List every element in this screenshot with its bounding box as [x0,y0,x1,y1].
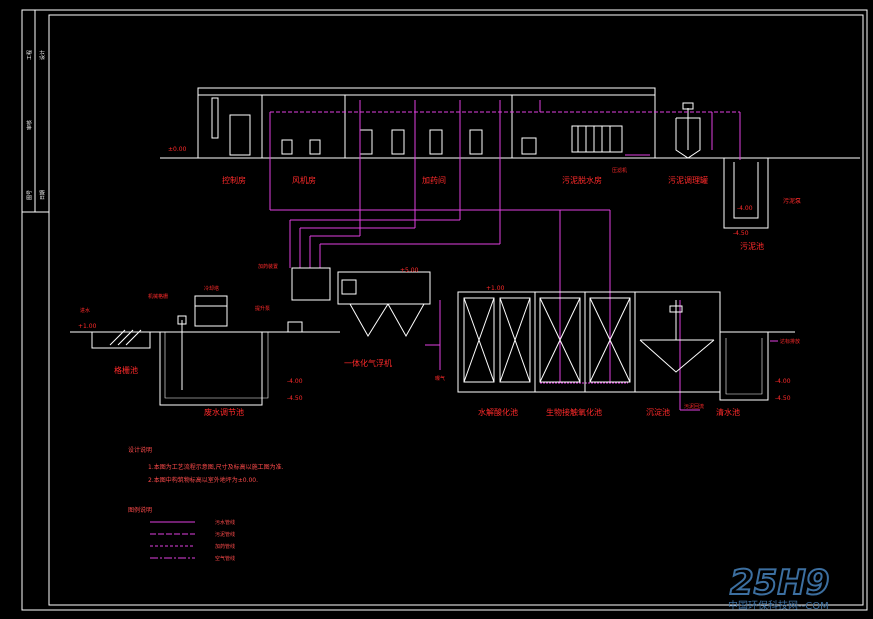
elev-regulate-base: -4.50 [287,395,303,402]
legend-label-3: 加药管线 [215,543,235,550]
equip-label-sludge-return: 污泥回流 [684,403,704,410]
room-label-sludge-tank: 污泥调理罐 [668,175,708,185]
equip-label-filter-press: 压滤机 [612,167,627,174]
notes-line-2: 2.本图中构筑物标高以室外地坪为±0.00. [148,476,258,484]
legend: 图例说明 污水管线 污泥管线 加药管线 空气管线 [128,506,235,562]
equip-label-cooling: 冷却塔 [204,285,219,292]
unit-label-flotation: 一体化气浮机 [344,358,392,368]
unit-label-sludge-pool: 污泥池 [740,241,764,251]
equip-label-pump: 提升泵 [255,305,270,312]
notes-line-1: 1.本图为工艺流程示意图,尺寸及标高以施工图为准. [148,463,284,471]
equip-label-sludge-pump: 污泥泵 [783,197,801,205]
equip-label-screen-machine: 机械格栅 [148,293,168,300]
room-label-dosing: 加药间 [422,175,446,185]
legend-heading: 图例说明 [128,506,152,514]
elev-regulate-bottom: -4.00 [287,378,303,385]
unit-label-contact-ox: 生物接触氧化池 [546,407,602,417]
sludge-pool-labels: -4.00 -4.50 污泥池 污泥泵 [733,197,801,251]
title-cell-1: 工程 [26,50,33,60]
notes-heading: 设计说明 [128,446,152,454]
unit-label-screen: 格栅池 [114,365,138,375]
room-label-blower: 风机房 [292,175,316,185]
watermark: 25H9 中国环保科技网--COM [728,562,830,612]
equip-label-dosing: 加药装置 [258,263,278,270]
legend-label-2: 污泥管线 [215,531,235,538]
process-structures [70,267,795,406]
elev-sludge-bottom: -4.00 [737,205,753,212]
watermark-logo: 25H9 [730,563,829,603]
watermark-site: 中国环保科技网--COM [728,599,829,612]
equip-label-aerator: 曝气 [435,375,445,382]
elev-sludge-base: -4.50 [733,230,749,237]
title-cell-2: 设计 [39,50,46,60]
room-label-dewatering: 污泥脱水房 [562,175,602,185]
equip-label-inlet: 进水 [80,307,90,314]
building-labels: 控制房 风机房 加药间 污泥脱水房 污泥调理罐 ±0.00 [168,146,708,185]
unit-label-hydrolysis: 水解酸化池 [478,407,518,417]
elev-outlet-bottom: -4.00 [775,378,791,385]
title-block: 工程 设计 审核 图号 日期 [26,50,46,200]
process-flow-drawing: 工程 设计 审核 图号 日期 控制房 风机房 加药间 污泥脱水房 污泥调理罐 ±… [21,9,868,612]
elev-inlet: +1.00 [78,323,97,330]
elev-bio-top: +1.00 [486,285,505,292]
title-cell-5: 日期 [40,190,46,200]
title-cell-4: 图号 [27,190,33,200]
elev-ground: ±0.00 [168,146,187,153]
legend-label-1: 污水管线 [215,519,235,526]
unit-label-regulate: 废水调节池 [204,407,244,417]
design-notes: 设计说明 1.本图为工艺流程示意图,尺寸及标高以施工图为准. 2.本图中构筑物标… [128,446,284,484]
building [160,87,860,159]
room-label-control: 控制房 [222,175,246,185]
equip-label-discharge: 达标排放 [780,338,800,345]
drawing-frame [21,9,868,611]
title-cell-3: 审核 [26,120,33,130]
elev-outlet-base: -4.50 [775,395,791,402]
elev-flotation-top: +5.00 [400,267,419,274]
unit-label-settle: 沉淀池 [646,407,670,417]
legend-label-4: 空气管线 [215,555,235,562]
sludge-pool [723,158,769,229]
unit-label-clear: 清水池 [716,407,740,417]
